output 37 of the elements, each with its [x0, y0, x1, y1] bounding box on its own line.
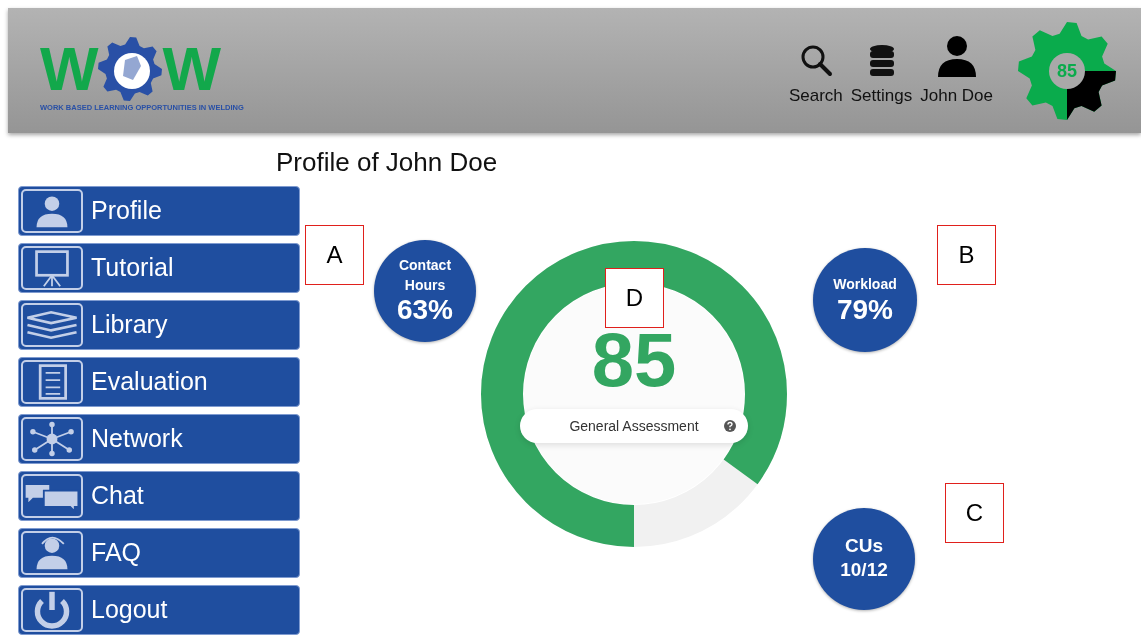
sidebar-item[interactable]: Evaluation [18, 357, 300, 408]
score-label: General Assessment [569, 416, 699, 436]
help-icon[interactable] [724, 420, 736, 433]
database-button[interactable]: Settings [850, 43, 913, 106]
person-icon [21, 189, 83, 234]
logo-letter: W [162, 37, 220, 100]
metric-title: Contact Hours [397, 256, 453, 295]
annotation-label: B [937, 225, 996, 286]
sidebar-item[interactable]: Profile [18, 186, 300, 237]
headset-icon [21, 531, 83, 576]
annotation-label: D [605, 268, 664, 329]
sidebar-item[interactable]: Tutorial [18, 243, 300, 294]
metric-title: CUs [845, 535, 883, 559]
gear-logo-icon [96, 35, 163, 102]
network-icon [21, 417, 83, 462]
score-badge-value: 85 [1057, 59, 1077, 82]
sidebar-item[interactable]: Logout [18, 585, 300, 635]
metric-value: 10/12 [840, 558, 888, 583]
sidebar-item[interactable]: Chat [18, 471, 300, 522]
board-icon [21, 246, 83, 291]
annotation-label: C [945, 483, 1004, 544]
page-title: Profile of John Doe [276, 147, 499, 179]
metric-value: 63% [396, 295, 453, 327]
chat-icon [21, 474, 83, 519]
metric-value: 79% [836, 295, 893, 327]
metric-title: Workload [833, 275, 897, 295]
gear-icon [1017, 20, 1117, 121]
sidebar-item[interactable]: Library [18, 300, 300, 351]
checklist-icon [21, 360, 83, 405]
person-button[interactable]: John Doe [920, 35, 993, 106]
search-button[interactable]: Search [788, 43, 843, 106]
power-icon [21, 588, 83, 633]
sidebar-item[interactable]: Network [18, 414, 300, 465]
annotation-label: A [305, 225, 364, 286]
sidebar-item[interactable]: FAQ [18, 528, 300, 579]
logo-letter: W [40, 37, 97, 100]
books-icon [21, 303, 83, 348]
